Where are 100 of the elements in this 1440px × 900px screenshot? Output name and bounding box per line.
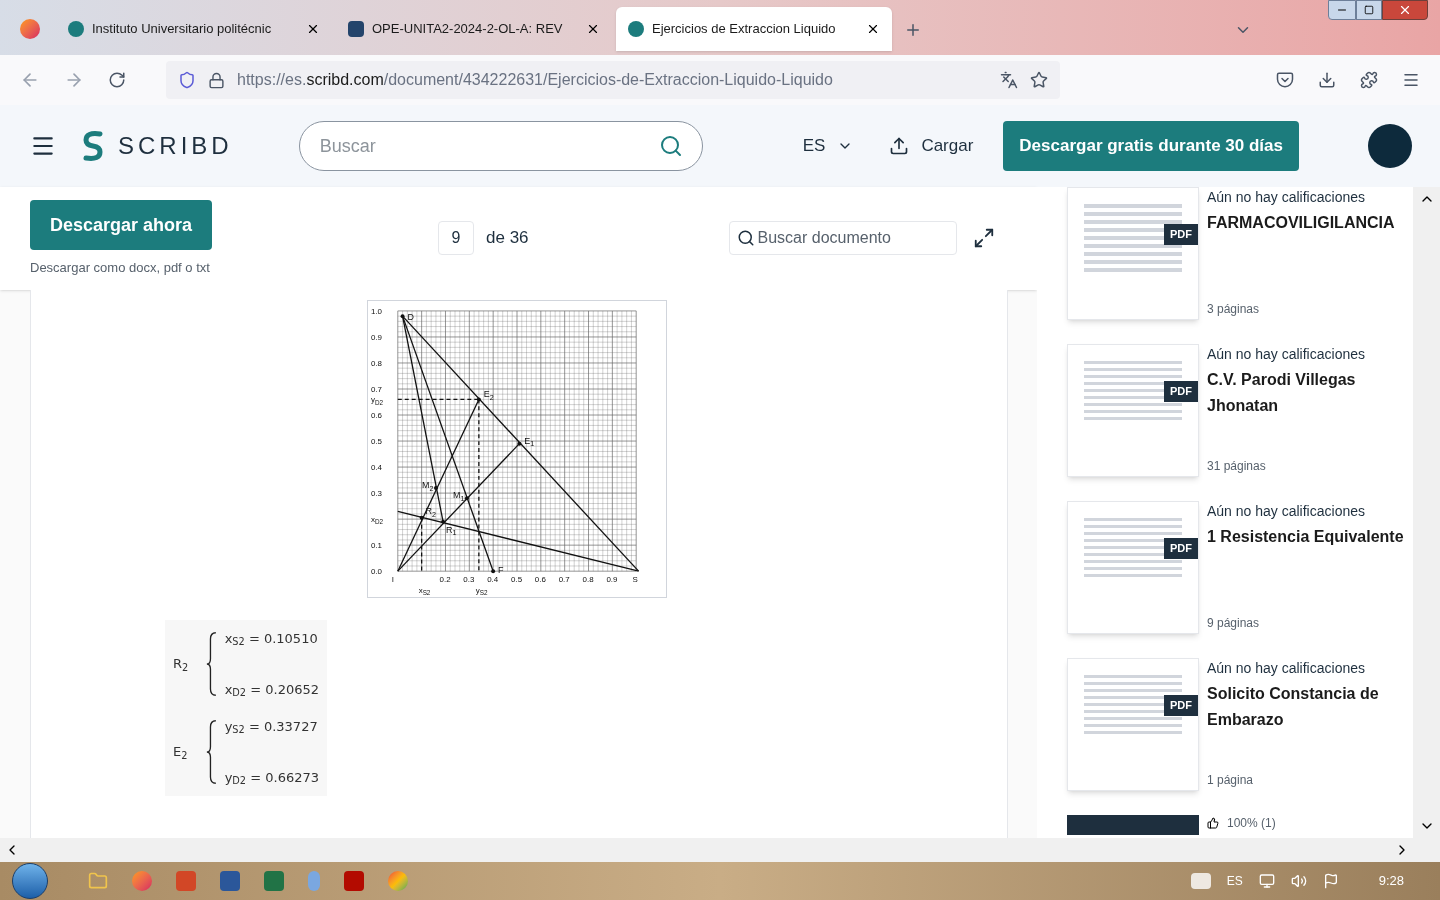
- pdf-badge: PDF: [1164, 224, 1198, 245]
- site-icon: [628, 21, 644, 37]
- close-icon[interactable]: [866, 22, 880, 36]
- new-tab-icon[interactable]: [904, 21, 922, 39]
- point-label: D: [407, 312, 414, 323]
- bookmark-star-icon[interactable]: [1030, 71, 1048, 89]
- document-thumbnail[interactable]: PDF: [1067, 658, 1199, 791]
- pages-text: 31 páginas: [1207, 458, 1267, 475]
- lock-icon: [208, 71, 225, 89]
- download-formats-text: Descargar como docx, pdf o txt: [30, 259, 211, 277]
- tab-title: Ejercicios de Extraccion Liquido: [652, 20, 837, 39]
- search-field[interactable]: Buscar: [298, 121, 703, 171]
- axis-tick-label: 0.7: [371, 385, 383, 394]
- axis-tick-label: x$_{D2}$: [371, 515, 384, 526]
- axis-tick-label: 0.8: [582, 575, 594, 585]
- rating-text: Aún no hay calificaciones: [1207, 502, 1366, 521]
- url-text: https://es.scribd.com/document/434222631/Ejercicios-de-Extraccion-Liquido-Liquido: [237, 70, 833, 90]
- start-button[interactable]: [12, 863, 48, 899]
- upload-button[interactable]: Cargar: [889, 133, 974, 159]
- rating-text: Aún no hay calificaciones: [1207, 659, 1366, 678]
- document-title[interactable]: C.V. Parodi Villegas Jhonatan: [1207, 367, 1407, 419]
- document-title[interactable]: Solicito Constancia de Embarazo: [1207, 681, 1407, 733]
- browser-tab[interactable]: Ejercicios de Extraccion Liquido: [616, 7, 892, 51]
- pdf-badge: PDF: [1164, 695, 1198, 716]
- document-thumbnail[interactable]: [1067, 815, 1199, 835]
- result-value: y$_{S2}$ = 0.33727: [224, 717, 319, 736]
- point-label: M$_{2}$: [422, 479, 434, 493]
- axis-tick-label: y$_{S2}$: [475, 586, 488, 597]
- search-icon: [736, 229, 755, 247]
- clock[interactable]: 9:28: [1378, 871, 1404, 891]
- axis-tick-label: 1.0: [371, 306, 383, 316]
- shield-icon: [178, 71, 196, 89]
- flag-icon[interactable]: [1322, 873, 1339, 889]
- result-value: x$_{S2}$ = 0.10510: [224, 629, 319, 648]
- free-trial-button[interactable]: Descargar gratis durante 30 días: [1003, 121, 1299, 171]
- site-icon: [68, 21, 84, 37]
- pages-text: 1 página: [1207, 772, 1255, 789]
- document-thumbnail[interactable]: PDF: [1067, 344, 1199, 477]
- axis-tick-label: 0.4: [487, 575, 499, 585]
- browser-tab[interactable]: OPE-UNITA2-2024-2-OL-A: REV: [336, 7, 612, 51]
- address-bar[interactable]: https://es.scribd.com/document/434222631/Ejercicios-de-Extraccion-Liquido-Liquido: [166, 61, 1060, 99]
- page-number-field[interactable]: 9: [438, 221, 474, 255]
- pages-text: 9 páginas: [1207, 615, 1261, 632]
- point-label: R$_{1}$: [446, 524, 457, 538]
- maximize-button[interactable]: [1356, 0, 1382, 20]
- pocket-icon[interactable]: [1276, 71, 1294, 89]
- menu-icon[interactable]: [1402, 71, 1420, 89]
- page-count: de 36: [486, 227, 529, 250]
- pages-text: 3 páginas: [1207, 301, 1261, 318]
- point-label: E$_{2}$: [483, 389, 494, 403]
- axis-tick-label: I: [391, 575, 395, 585]
- axis-tick-label: 0.3: [371, 489, 383, 499]
- browser-tab[interactable]: Instituto Universitario politécnic: [56, 7, 332, 51]
- document-thumbnail[interactable]: PDF: [1067, 187, 1199, 320]
- axis-tick-label: 0.5: [371, 437, 383, 447]
- point-label: E$_{1}$: [524, 435, 535, 449]
- rating-text: Aún no hay calificaciones: [1207, 188, 1366, 207]
- close-icon: [1398, 3, 1412, 17]
- horizontal-scrollbar[interactable]: [0, 838, 1440, 862]
- axis-tick-label: 0.6: [534, 575, 546, 585]
- vertical-scrollbar[interactable]: [1413, 187, 1440, 838]
- fullscreen-icon[interactable]: [972, 227, 995, 249]
- avatar[interactable]: [1368, 124, 1412, 168]
- pdf-badge: PDF: [1164, 538, 1198, 559]
- reload-icon[interactable]: [108, 71, 126, 89]
- download-now-button[interactable]: Descargar ahora: [30, 200, 213, 250]
- document-thumbnail[interactable]: PDF: [1067, 501, 1199, 634]
- rating-text: 100% (1): [1227, 815, 1276, 831]
- language-selector[interactable]: ES: [802, 133, 854, 159]
- axis-tick-label: 0.3: [463, 575, 475, 585]
- close-icon[interactable]: [586, 22, 600, 36]
- axis-tick-label: y$_{D2}$: [371, 395, 384, 406]
- browser-logo-icon[interactable]: [20, 19, 40, 39]
- document-search-field[interactable]: Buscar documento: [728, 221, 957, 255]
- minimize-button[interactable]: [1328, 0, 1356, 20]
- axis-tick-label: 0.8: [371, 358, 383, 368]
- close-button[interactable]: [1382, 0, 1428, 20]
- point-label: M$_{1}$: [453, 490, 465, 503]
- volume-icon[interactable]: [1290, 873, 1307, 889]
- search-icon[interactable]: [658, 134, 683, 158]
- upload-icon: [889, 136, 910, 156]
- close-icon[interactable]: [306, 22, 320, 36]
- axis-tick-label: 0.1: [371, 541, 383, 551]
- tab-title: Instituto Universitario politécnic: [92, 20, 273, 39]
- axis-tick-label: 0.0: [371, 567, 383, 577]
- translate-icon[interactable]: [1000, 71, 1018, 89]
- site-icon: [348, 21, 364, 37]
- site-logo[interactable]: SCRIBD: [118, 128, 233, 164]
- extensions-icon[interactable]: [1360, 71, 1378, 89]
- axis-tick-label: 0.2: [439, 575, 451, 585]
- download-icon[interactable]: [1318, 71, 1336, 89]
- result-label: E$_{2}$: [173, 743, 189, 762]
- tab-title: OPE-UNITA2-2024-2-OL-A: REV: [372, 20, 564, 39]
- axis-tick-label: 0.9: [606, 575, 618, 585]
- axis-tick-label: x$_{S2}$: [418, 586, 431, 597]
- document-title[interactable]: 1 Resistencia Equivalente: [1207, 524, 1407, 550]
- result-label: R$_{2}$: [173, 655, 190, 674]
- document-title[interactable]: FARMACOVILIGILANCIA: [1207, 210, 1407, 236]
- axis-tick-label: 0.9: [371, 332, 383, 342]
- axis-tick-label: 0.6: [371, 411, 383, 420]
